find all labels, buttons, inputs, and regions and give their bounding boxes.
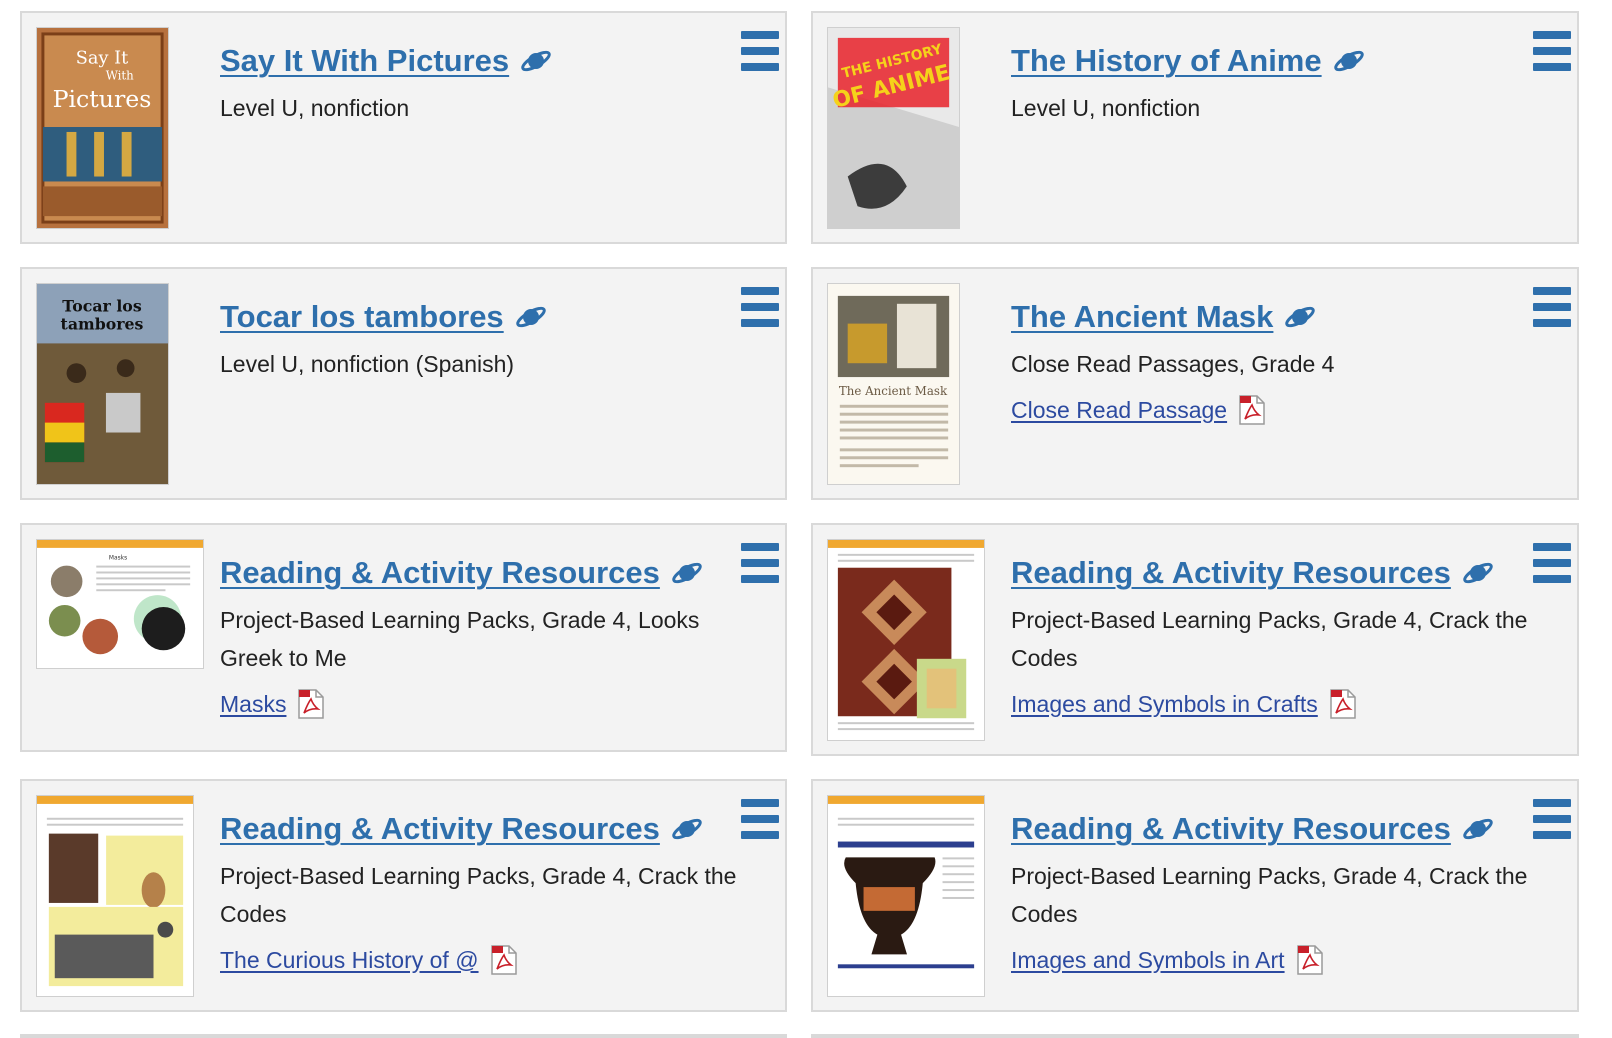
book-card: THE HISTORY OF ANIME The History of Anim… <box>811 11 1579 244</box>
book-cover-thumbnail[interactable]: Tocar los tambores <box>36 283 169 485</box>
cover-text: Say It <box>76 49 128 69</box>
resource-thumbnail[interactable] <box>827 539 985 741</box>
hamburger-menu-icon[interactable] <box>741 287 779 327</box>
book-title-link[interactable]: Tocar los tambores <box>220 299 504 335</box>
pdf-icon[interactable] <box>298 689 325 719</box>
resource-title-link[interactable]: Reading & Activity Resources <box>1011 555 1451 591</box>
book-card-partial <box>811 1034 1579 1038</box>
book-card: The Ancient Mask The Ancient Mask Close … <box>811 267 1579 500</box>
book-subtitle: Close Read Passages, Grade 4 <box>1011 351 1335 377</box>
cover-text: With <box>106 68 134 82</box>
hamburger-menu-icon[interactable] <box>741 799 779 839</box>
planet-icon <box>1463 815 1493 843</box>
book-cover-thumbnail[interactable]: The Ancient Mask <box>827 283 960 485</box>
resource-subtitle: Project-Based Learning Packs, Grade 4, C… <box>1011 607 1528 671</box>
book-title-link[interactable]: The Ancient Mask <box>1011 299 1273 335</box>
resource-title-link[interactable]: Reading & Activity Resources <box>220 555 660 591</box>
resource-thumbnail[interactable]: Masks <box>36 539 204 669</box>
hamburger-menu-icon[interactable] <box>1533 31 1571 71</box>
resource-subtitle: Project-Based Learning Packs, Grade 4, C… <box>1011 863 1528 927</box>
hamburger-menu-icon[interactable] <box>1533 543 1571 583</box>
planet-icon <box>515 303 546 331</box>
resource-card: Masks Reading & Activity Resources Proje… <box>20 523 787 752</box>
cover-text: Pictures <box>53 85 152 113</box>
resource-link[interactable]: The Curious History of @ <box>220 947 479 974</box>
hamburger-menu-icon[interactable] <box>1533 287 1571 327</box>
planet-icon <box>672 559 702 587</box>
hamburger-menu-icon[interactable] <box>741 31 779 71</box>
planet-icon <box>1333 47 1364 75</box>
cover-text: Tocar los <box>62 297 141 316</box>
pdf-icon[interactable] <box>1330 689 1356 719</box>
book-subtitle: Level U, nonfiction <box>220 95 410 121</box>
resource-card: Reading & Activity Resources Project-Bas… <box>20 779 787 1012</box>
planet-icon <box>521 47 551 75</box>
book-card: Say It With Pictures Say It With Picture… <box>20 11 787 244</box>
resource-thumbnail[interactable] <box>36 795 194 997</box>
cover-text: The Ancient Mask <box>839 384 948 398</box>
pdf-icon[interactable] <box>1239 395 1265 425</box>
thumbnail-text: Masks <box>109 556 127 562</box>
resource-subtitle: Project-Based Learning Packs, Grade 4, C… <box>220 863 737 927</box>
resource-link[interactable]: Images and Symbols in Crafts <box>1011 691 1318 718</box>
hamburger-menu-icon[interactable] <box>1533 799 1571 839</box>
hamburger-menu-icon[interactable] <box>741 543 779 583</box>
resource-title-link[interactable]: Reading & Activity Resources <box>1011 811 1451 847</box>
resource-link[interactable]: Close Read Passage <box>1011 397 1227 424</box>
resource-link[interactable]: Images and Symbols in Art <box>1011 947 1285 974</box>
resource-title-link[interactable]: Reading & Activity Resources <box>220 811 660 847</box>
resource-card: Reading & Activity Resources Project-Bas… <box>811 779 1579 1012</box>
planet-icon <box>672 815 702 843</box>
resource-card: Reading & Activity Resources Project-Bas… <box>811 523 1579 756</box>
book-title-link[interactable]: The History of Anime <box>1011 43 1322 79</box>
book-subtitle: Level U, nonfiction <box>1011 95 1201 121</box>
book-cover-thumbnail[interactable]: Say It With Pictures <box>36 27 169 229</box>
planet-icon <box>1463 559 1493 587</box>
resource-thumbnail[interactable] <box>827 795 985 997</box>
book-card-partial <box>20 1034 787 1038</box>
planet-icon <box>1285 303 1316 331</box>
book-card: Tocar los tambores Tocar los tambores Le… <box>20 267 787 500</box>
book-subtitle: Level U, nonfiction (Spanish) <box>220 351 515 377</box>
cover-text: tambores <box>61 315 144 334</box>
pdf-icon[interactable] <box>490 945 517 975</box>
resource-link[interactable]: Masks <box>220 691 286 718</box>
book-title-link[interactable]: Say It With Pictures <box>220 43 509 79</box>
pdf-icon[interactable] <box>1296 945 1323 975</box>
resource-subtitle: Project-Based Learning Packs, Grade 4, L… <box>220 607 700 671</box>
book-cover-thumbnail[interactable]: THE HISTORY OF ANIME <box>827 27 960 229</box>
